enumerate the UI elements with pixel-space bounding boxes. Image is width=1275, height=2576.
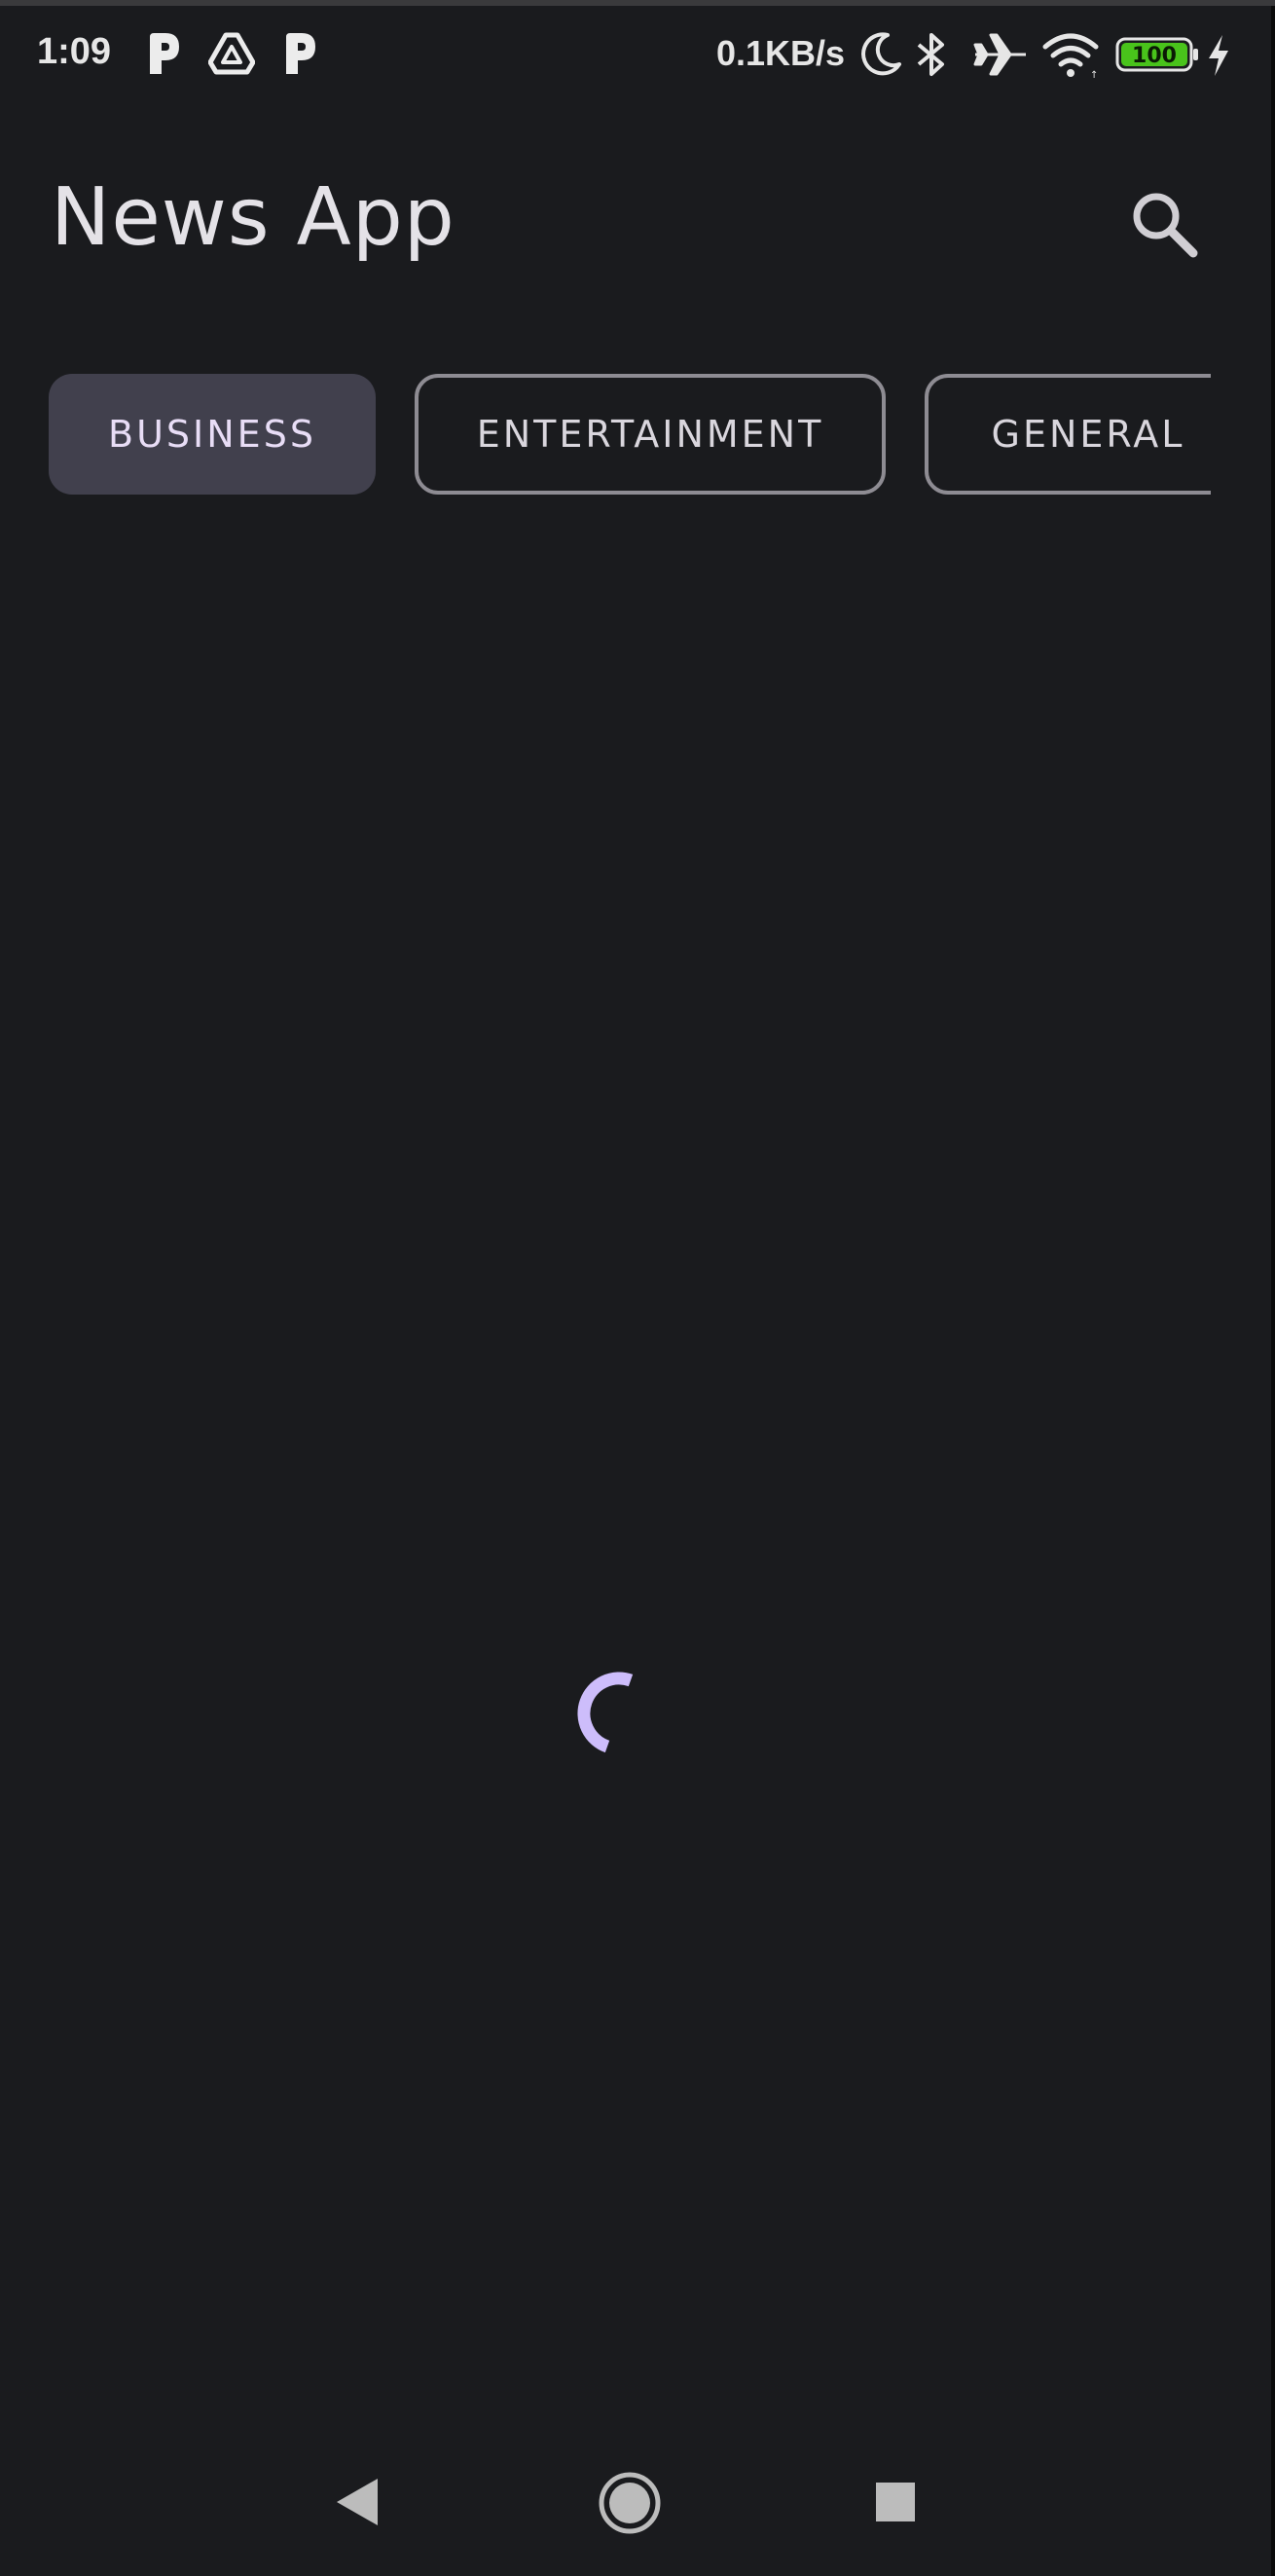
p-app-icon [142,31,183,76]
search-button[interactable] [1119,181,1209,271]
chip-general[interactable]: GENERAL [925,374,1211,495]
wifi-icon: ↑ [1041,31,1100,84]
loading-spinner [568,1665,662,1758]
airplane-icon [973,31,1028,82]
chip-label: BUSINESS [108,413,316,456]
chip-entertainment[interactable]: ENTERTAINMENT [415,374,886,495]
chip-business[interactable]: BUSINESS [49,374,376,495]
battery-level: 100 [1132,44,1177,68]
back-button[interactable] [331,2475,382,2533]
app-title: News App [51,171,455,264]
screen-edge [1271,6,1275,2576]
chip-label: GENERAL [991,413,1185,456]
recents-icon [874,2483,917,2527]
moon-icon [858,31,903,82]
chip-label: ENTERTAINMENT [476,413,824,456]
category-chip-list: BUSINESS ENTERTAINMENT GENERAL [49,374,1211,497]
battery-icon: 100 [1115,35,1199,78]
network-speed: 0.1KB/s [716,33,846,73]
home-button[interactable] [598,2471,662,2539]
search-icon [1129,189,1199,263]
back-icon [331,2479,382,2533]
drive-icon [207,31,256,76]
app-screen: 1:09 0.1KB/s ↑ 100 News App BUSINESS ENT… [0,0,1275,2576]
charging-icon [1205,33,1232,82]
svg-text:↑: ↑ [1090,70,1098,80]
status-bar: 1:09 0.1KB/s ↑ 100 [0,6,1275,113]
bluetooth-icon [915,31,948,82]
p-app-icon [278,31,319,76]
home-icon [598,2472,662,2539]
status-time: 1:09 [37,31,112,72]
recents-button[interactable] [874,2481,917,2527]
